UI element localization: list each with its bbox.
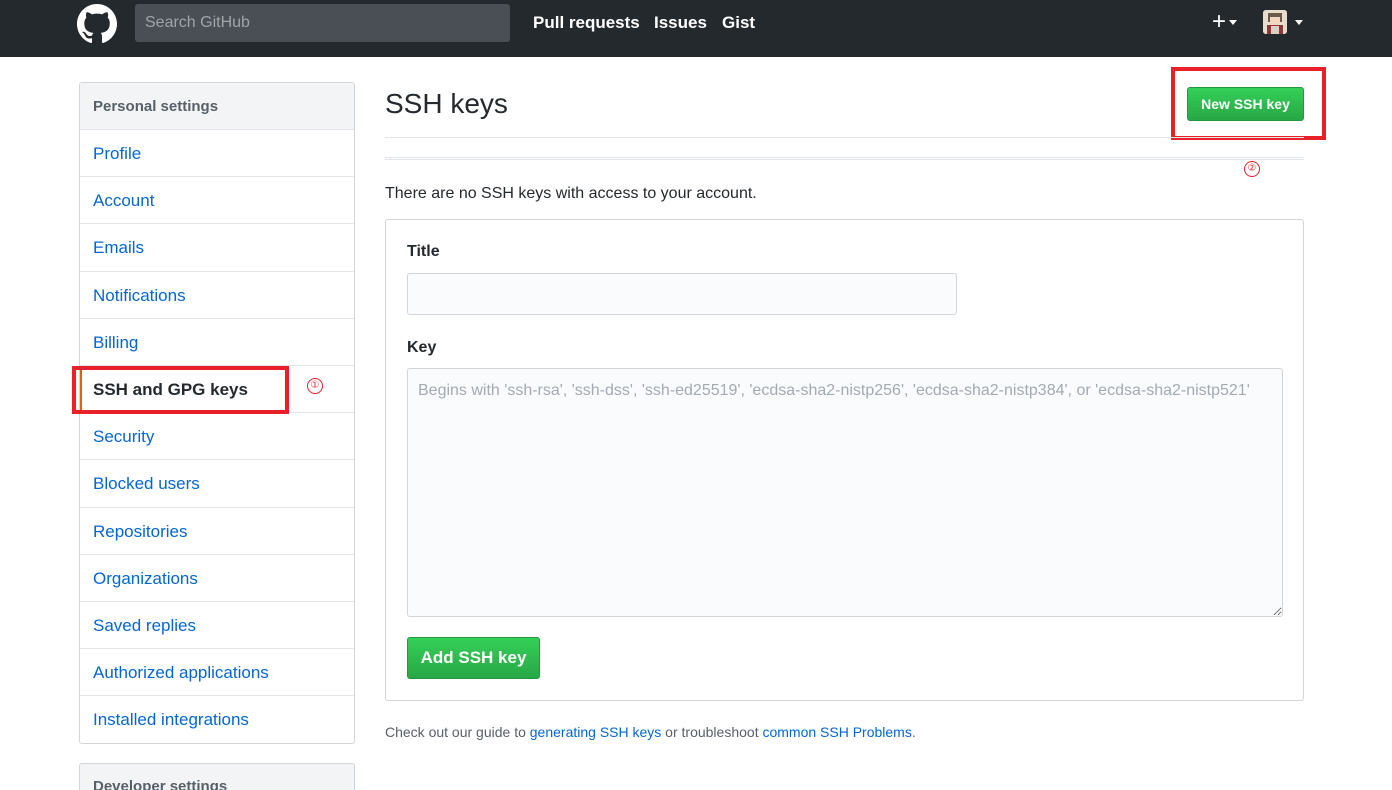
top-header: Pull requests Issues Gist + xyxy=(0,0,1392,57)
sidebar-item-blocked-users[interactable]: Blocked users xyxy=(80,460,354,508)
nav-issues[interactable]: Issues xyxy=(654,13,707,33)
section-divider xyxy=(385,157,1304,160)
github-logo-icon[interactable] xyxy=(77,4,117,44)
create-new-dropdown[interactable]: + xyxy=(1212,10,1246,36)
sidebar-item-profile[interactable]: Profile xyxy=(80,130,354,178)
sidebar-item-authorized-applications[interactable]: Authorized applications xyxy=(80,649,354,697)
key-textarea[interactable] xyxy=(407,368,1283,617)
help-text-suffix: . xyxy=(911,724,916,740)
title-label: Title xyxy=(407,243,440,260)
sidebar-item-notifications[interactable]: Notifications xyxy=(80,272,354,319)
add-ssh-key-button[interactable]: Add SSH key xyxy=(407,637,540,679)
sidebar-item-repositories[interactable]: Repositories xyxy=(80,508,354,555)
generating-ssh-keys-link[interactable]: generating SSH keys xyxy=(530,724,662,740)
annotation-highlight-ssh-item xyxy=(72,366,289,414)
sidebar-header: Personal settings xyxy=(80,83,354,130)
sidebar-item-account[interactable]: Account xyxy=(80,177,354,225)
sidebar-item-saved-replies[interactable]: Saved replies xyxy=(80,602,354,650)
empty-state-message: There are no SSH keys with access to you… xyxy=(385,185,757,202)
add-ssh-key-form: Title Key Add SSH key xyxy=(385,219,1304,701)
new-ssh-key-button[interactable]: New SSH key xyxy=(1187,87,1304,121)
developer-settings-box: Developer settings xyxy=(79,763,355,790)
sidebar-item-organizations[interactable]: Organizations xyxy=(80,555,354,602)
help-text-middle: or troubleshoot xyxy=(661,724,763,740)
developer-settings-header: Developer settings xyxy=(80,764,354,790)
annotation-number-2: ② xyxy=(1244,161,1260,177)
common-ssh-problems-link[interactable]: common SSH Problems xyxy=(762,724,911,740)
nav-gist[interactable]: Gist xyxy=(722,13,755,33)
sidebar-item-security[interactable]: Security xyxy=(80,413,354,461)
page-title: SSH keys xyxy=(385,88,508,119)
help-text-prefix: Check out our guide to xyxy=(385,724,530,740)
user-menu-dropdown[interactable] xyxy=(1263,10,1307,36)
sidebar-item-emails[interactable]: Emails xyxy=(80,224,354,272)
help-text: Check out our guide to generating SSH ke… xyxy=(385,724,916,740)
annotation-number-1: ① xyxy=(307,378,323,394)
title-divider xyxy=(385,137,1304,138)
title-input[interactable] xyxy=(407,273,957,315)
avatar xyxy=(1263,10,1287,34)
nav-pull-requests[interactable]: Pull requests xyxy=(533,13,640,33)
caret-down-icon xyxy=(1229,20,1238,26)
caret-down-icon xyxy=(1295,20,1303,25)
sidebar-item-billing[interactable]: Billing xyxy=(80,319,354,366)
search-input[interactable] xyxy=(135,4,510,42)
key-label: Key xyxy=(407,339,437,356)
plus-icon: + xyxy=(1212,8,1227,35)
sidebar-item-installed-integrations[interactable]: Installed integrations xyxy=(80,696,354,743)
